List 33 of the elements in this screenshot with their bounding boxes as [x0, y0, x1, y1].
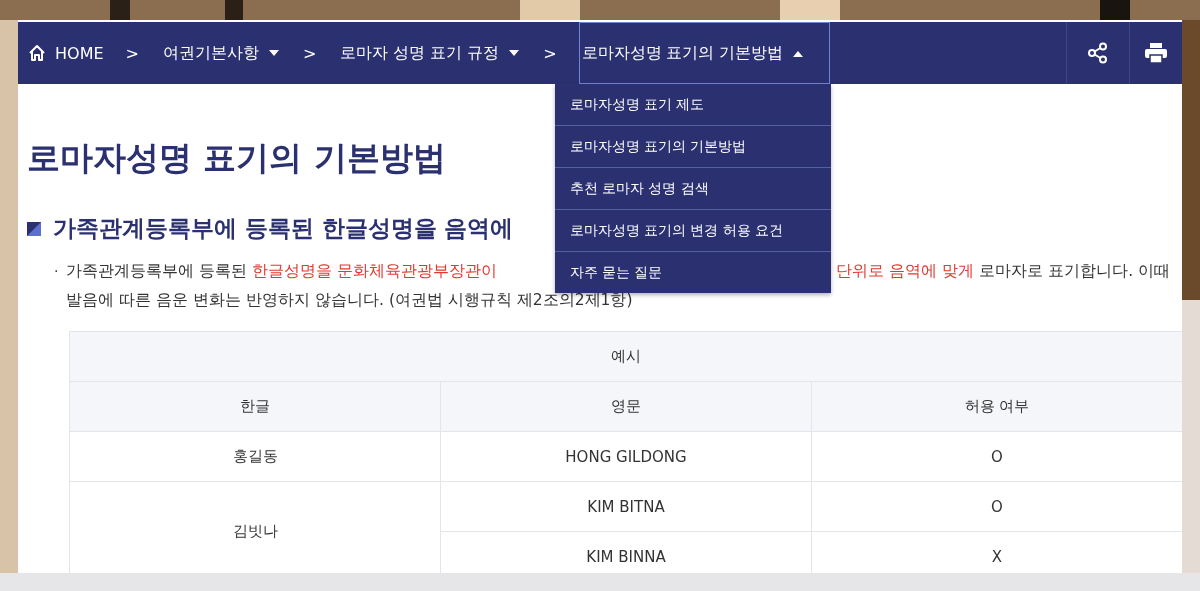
breadcrumb-separator: >	[125, 43, 139, 63]
section-heading: 가족관계등록부에 등록된 한글성명을 음역에	[53, 214, 514, 243]
breadcrumb-dropdown[interactable]: 로마자성명 표기의 기본방법	[578, 22, 831, 84]
breadcrumb-separator: >	[302, 43, 317, 63]
menu-item[interactable]: 추천 로마자 성명 검색	[554, 167, 831, 209]
body-text: 단위로 음역에 맞게 로마자로 표기합니다. 이때	[836, 262, 1170, 280]
table-cell: KIM BITNA	[440, 481, 812, 532]
table-cell: HONG GILDONG	[440, 431, 812, 482]
column-header: 한글	[69, 381, 441, 432]
bullet: ·	[54, 262, 59, 280]
print-icon	[1145, 43, 1167, 63]
home-icon	[28, 44, 46, 62]
menu-item[interactable]: 로마자성명 표기 제도	[554, 84, 831, 125]
table-cell: 홍길동	[69, 431, 441, 482]
breadcrumb-dropdown[interactable]: 여권기본사항	[160, 22, 281, 84]
caret-icon	[509, 49, 520, 57]
body-text: 발음에 따른 음운 변화는 반영하지 않습니다. (여권법 시행규칙 제2조의2제1항)	[66, 291, 633, 309]
caret-icon	[793, 49, 804, 57]
table-caption: 예시	[69, 331, 1182, 382]
share-icon	[1087, 42, 1109, 64]
square-bullet-icon	[27, 221, 41, 236]
body-text: 가족관계등록부에 등록된 한글성명을 문화체육관광부장관이	[66, 262, 498, 280]
page-title: 로마자성명 표기의 기본방법	[27, 137, 446, 179]
caret-icon	[268, 49, 279, 57]
table-cell: 김빗나	[69, 481, 441, 573]
column-header: 영문	[440, 381, 812, 432]
menu-item[interactable]: 자주 묻는 질문	[554, 251, 831, 293]
menu-item[interactable]: 로마자성명 표기의 기본방법	[554, 125, 831, 167]
breadcrumb-dropdown[interactable]: 로마자 성명 표기 규정	[338, 22, 522, 84]
home-link[interactable]: HOME	[28, 43, 104, 63]
column-header: 허용 여부	[811, 381, 1182, 432]
breadcrumb-separator: >	[543, 43, 557, 63]
menu-item[interactable]: 로마자성명 표기의 변경 허용 요건	[554, 209, 831, 251]
